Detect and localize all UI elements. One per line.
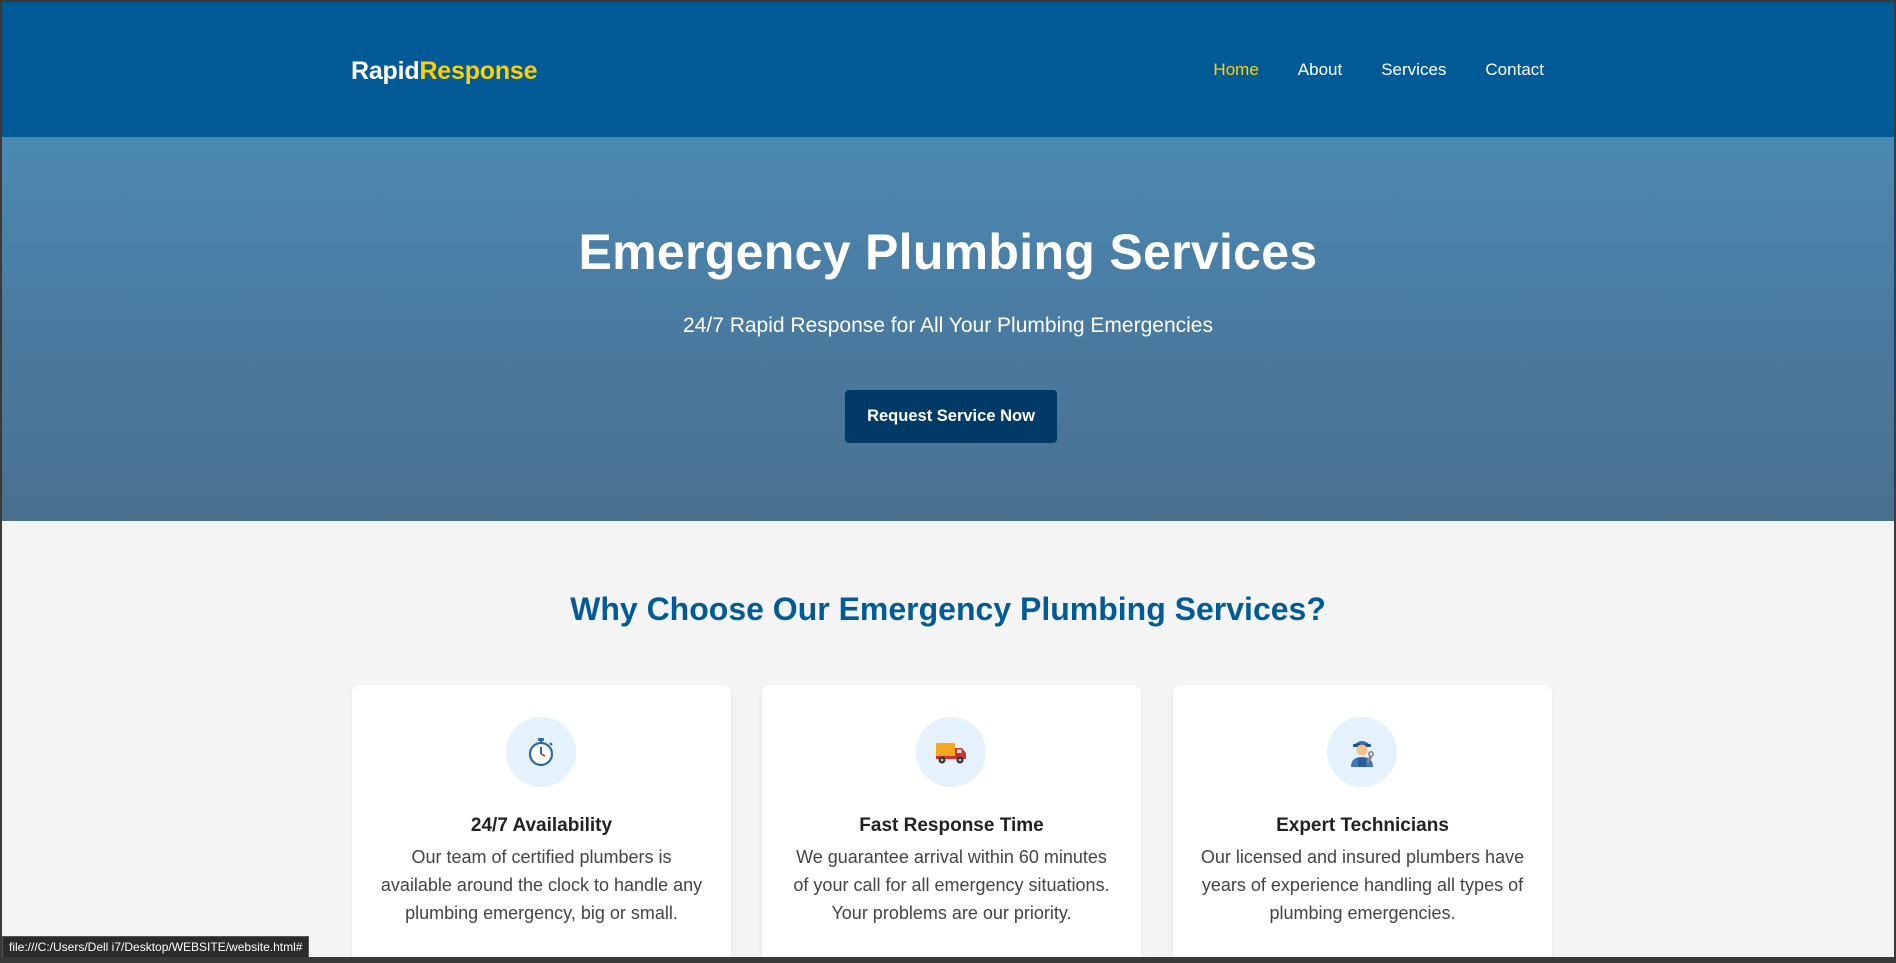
site-logo[interactable]: RapidResponse <box>351 57 538 86</box>
hero-subtitle: 24/7 Rapid Response for All Your Plumbin… <box>683 314 1213 337</box>
feature-description: We guarantee arrival within 60 minutes o… <box>793 847 1110 923</box>
technician-icon <box>1327 717 1397 787</box>
stopwatch-icon <box>506 717 576 787</box>
request-service-button[interactable]: Request Service Now <box>845 390 1057 443</box>
browser-viewport: RapidResponse Home About Services Contac… <box>0 0 1896 963</box>
feature-card-response-time: Fast Response Time We guarantee arrival … <box>762 685 1141 957</box>
browser-status-bar: file:///C:/Users/Dell i7/Desktop/WEBSITE… <box>2 936 310 957</box>
hero-title: Emergency Plumbing Services <box>578 224 1318 280</box>
feature-card-expert-technicians: Expert Technicians Our licensed and insu… <box>1173 685 1552 957</box>
feature-title: Expert Technicians <box>1276 815 1449 836</box>
features-grid: 24/7 Availability Our team of certified … <box>352 685 1552 957</box>
nav-link-contact[interactable]: Contact <box>1485 60 1544 80</box>
logo-text-response: Response <box>419 57 538 85</box>
hero-section: Emergency Plumbing Services 24/7 Rapid R… <box>2 137 1894 521</box>
logo-text-rapid: Rapid <box>351 57 420 85</box>
feature-card-availability: 24/7 Availability Our team of certified … <box>352 685 731 957</box>
feature-title: Fast Response Time <box>859 815 1044 836</box>
nav-link-about[interactable]: About <box>1298 60 1342 80</box>
feature-description: Our licensed and insured plumbers have y… <box>1200 847 1525 923</box>
why-choose-title: Why Choose Our Emergency Plumbing Servic… <box>570 591 1326 627</box>
feature-title: 24/7 Availability <box>470 815 613 836</box>
nav-link-services[interactable]: Services <box>1381 60 1446 80</box>
nav-link-home[interactable]: Home <box>1213 60 1258 80</box>
truck-icon <box>916 717 986 787</box>
feature-description: Our team of certified plumbers is availa… <box>380 847 703 923</box>
main-nav: Home About Services Contact <box>1174 60 1544 80</box>
site-header: RapidResponse Home About Services Contac… <box>2 2 1894 137</box>
